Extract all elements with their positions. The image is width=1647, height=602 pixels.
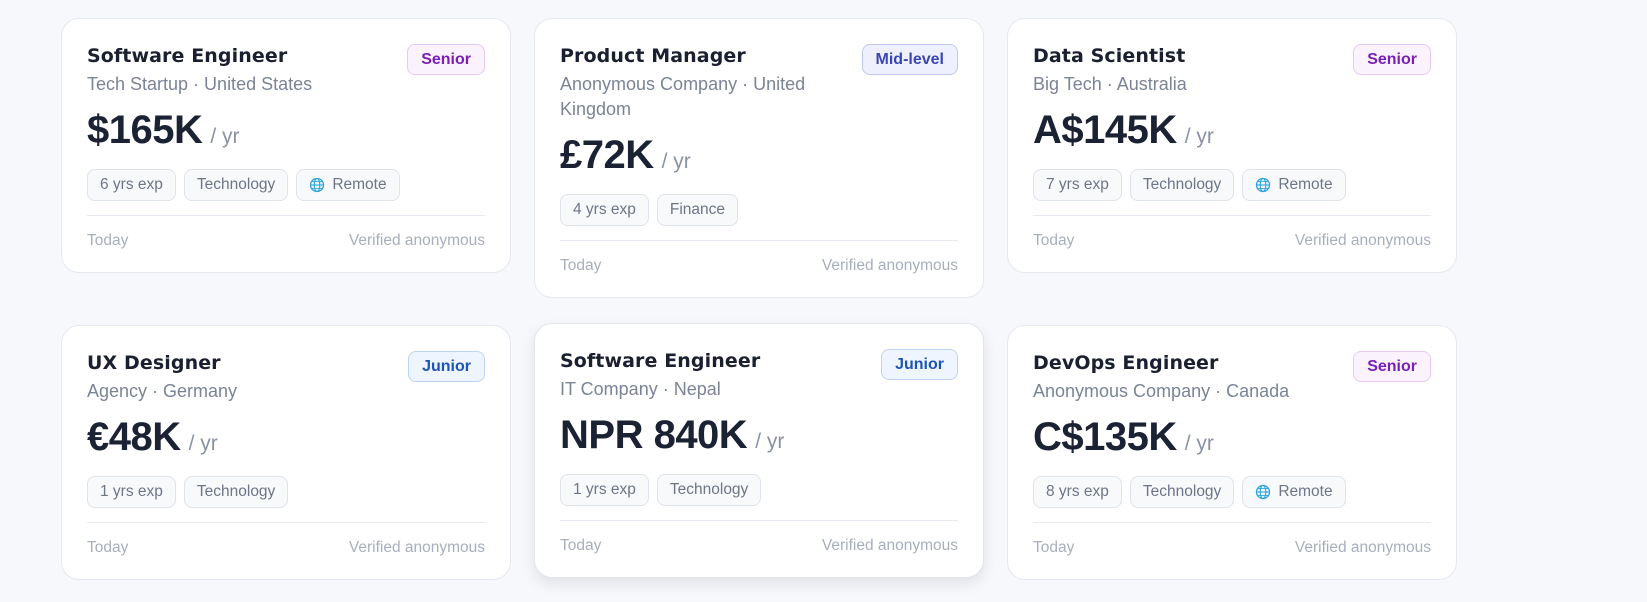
posted-date: Today <box>1033 232 1075 249</box>
card-footer: Today Verified anonymous <box>560 521 958 577</box>
tag-list: 1 yrs exp Technology <box>87 476 485 508</box>
experience-tag: 1 yrs exp <box>87 476 176 508</box>
level-badge: Junior <box>881 349 958 380</box>
tag-list: 6 yrs exp Technology Remote <box>87 169 485 201</box>
industry-tag: Finance <box>656 194 739 226</box>
salary: €48K / yr <box>87 414 485 460</box>
level-badge: Senior <box>407 44 485 75</box>
experience-tag: 6 yrs exp <box>87 169 176 201</box>
tag-list: 7 yrs exp Technology Remote <box>1033 169 1431 201</box>
industry-tag: Technology <box>656 474 762 506</box>
salary-amount: €48K <box>87 415 181 459</box>
remote-tag: Remote <box>1242 476 1346 508</box>
company-location: Agency · Germany <box>87 381 238 401</box>
card-header: Product Manager Anonymous Company · Unit… <box>560 44 958 122</box>
salary-amount: NPR 840K <box>560 413 748 457</box>
salary-amount: £72K <box>560 133 654 177</box>
company-location: Anonymous Company · Canada <box>1033 381 1290 401</box>
remote-label: Remote <box>1278 176 1333 193</box>
job-title: Software Engineer <box>87 45 288 67</box>
globe-icon <box>1256 484 1271 500</box>
card-footer: Today Verified anonymous <box>1033 523 1431 579</box>
industry-tag: Technology <box>1129 169 1235 201</box>
verified-label: Verified anonymous <box>348 539 485 556</box>
card-footer: Today Verified anonymous <box>87 523 485 579</box>
salary-card[interactable]: Product Manager Anonymous Company · Unit… <box>534 18 984 298</box>
experience-tag: 7 yrs exp <box>1033 169 1122 201</box>
posted-date: Today <box>560 257 602 274</box>
card-header: Data Scientist Big Tech · Australia Seni… <box>1033 44 1431 97</box>
card-footer: Today Verified anonymous <box>1033 216 1431 272</box>
salary: C$135K / yr <box>1033 414 1431 460</box>
posted-date: Today <box>1033 539 1075 556</box>
card-header: Software Engineer Tech Startup · United … <box>87 44 485 97</box>
card-header: DevOps Engineer Anonymous Company · Cana… <box>1033 351 1431 404</box>
verified-label: Verified anonymous <box>821 257 958 274</box>
industry-tag: Technology <box>183 476 289 508</box>
verified-label: Verified anonymous <box>1294 539 1431 556</box>
job-title: UX Designer <box>87 352 221 374</box>
card-footer: Today Verified anonymous <box>560 241 958 297</box>
posted-date: Today <box>87 539 129 556</box>
salary-period: / yr <box>188 432 218 455</box>
company-location: Big Tech · Australia <box>1033 74 1187 94</box>
company-location: Tech Startup · United States <box>87 74 313 94</box>
company-location: IT Company · Nepal <box>560 379 721 399</box>
salary-amount: C$135K <box>1033 415 1177 459</box>
level-badge: Mid-level <box>861 44 958 75</box>
job-title: Product Manager <box>560 45 746 67</box>
job-title: Data Scientist <box>1033 45 1186 67</box>
job-title: Software Engineer <box>560 350 761 372</box>
verified-label: Verified anonymous <box>348 232 485 249</box>
job-title: DevOps Engineer <box>1033 352 1219 374</box>
salary-card[interactable]: Software Engineer Tech Startup · United … <box>61 18 511 273</box>
card-footer: Today Verified anonymous <box>87 216 485 272</box>
salary: NPR 840K / yr <box>560 412 958 458</box>
salary: £72K / yr <box>560 132 958 178</box>
card-header: UX Designer Agency · Germany Junior <box>87 351 485 404</box>
remote-tag: Remote <box>1242 169 1346 201</box>
tag-list: 4 yrs exp Finance <box>560 194 958 226</box>
remote-label: Remote <box>1278 483 1333 500</box>
verified-label: Verified anonymous <box>821 537 958 554</box>
remote-tag: Remote <box>296 169 400 201</box>
level-badge: Senior <box>1353 351 1431 382</box>
industry-tag: Technology <box>183 169 289 201</box>
salary-period: / yr <box>1184 125 1214 148</box>
posted-date: Today <box>87 232 129 249</box>
salary-period: / yr <box>210 125 240 148</box>
salary-card[interactable]: UX Designer Agency · Germany Junior €48K… <box>61 325 511 580</box>
verified-label: Verified anonymous <box>1294 232 1431 249</box>
salary: $165K / yr <box>87 107 485 153</box>
globe-icon <box>1256 177 1271 193</box>
salary-period: / yr <box>1184 432 1214 455</box>
card-header: Software Engineer IT Company · Nepal Jun… <box>560 349 958 402</box>
posted-date: Today <box>560 537 602 554</box>
salary-card-grid: Software Engineer Tech Startup · United … <box>0 0 1647 602</box>
salary-card[interactable]: Data Scientist Big Tech · Australia Seni… <box>1007 18 1457 273</box>
salary-period: / yr <box>755 430 785 453</box>
salary-card[interactable]: DevOps Engineer Anonymous Company · Cana… <box>1007 325 1457 580</box>
salary-period: / yr <box>661 150 691 173</box>
globe-icon <box>310 177 325 193</box>
salary: A$145K / yr <box>1033 107 1431 153</box>
level-badge: Junior <box>408 351 485 382</box>
remote-label: Remote <box>332 176 387 193</box>
level-badge: Senior <box>1353 44 1431 75</box>
industry-tag: Technology <box>1129 476 1235 508</box>
tag-list: 8 yrs exp Technology Remote <box>1033 476 1431 508</box>
company-location: Anonymous Company · United Kingdom <box>560 74 806 119</box>
salary-amount: $165K <box>87 108 203 152</box>
salary-card[interactable]: Software Engineer IT Company · Nepal Jun… <box>534 323 984 578</box>
salary-amount: A$145K <box>1033 108 1177 152</box>
experience-tag: 1 yrs exp <box>560 474 649 506</box>
experience-tag: 4 yrs exp <box>560 194 649 226</box>
tag-list: 1 yrs exp Technology <box>560 474 958 506</box>
experience-tag: 8 yrs exp <box>1033 476 1122 508</box>
